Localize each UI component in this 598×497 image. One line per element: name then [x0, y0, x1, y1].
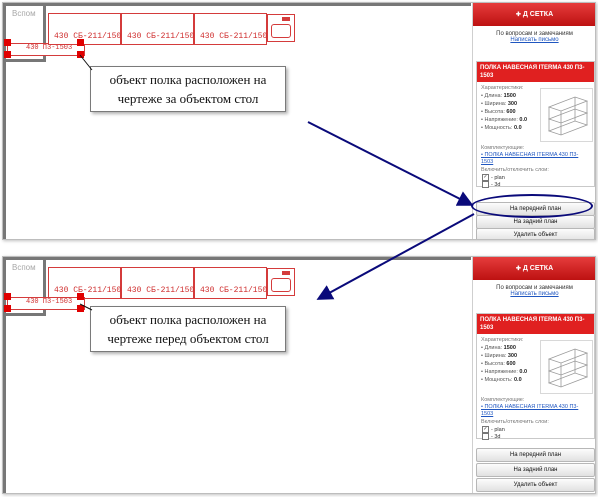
char-row: • Мощность: 0.0 [481, 377, 522, 383]
checkbox-icon[interactable] [482, 181, 489, 188]
table-label: 430 СБ-211/1506 [127, 286, 200, 295]
sink-object[interactable] [267, 14, 295, 42]
selection-handle[interactable] [4, 39, 11, 46]
selection-handle[interactable] [4, 293, 11, 300]
char-row: • Длина: 1500 [481, 345, 516, 351]
components-label: Комплектующие: [481, 397, 525, 403]
selection-handle[interactable] [77, 293, 84, 300]
room-label: Вспом [12, 9, 36, 18]
components-label: Комплектующие: [481, 145, 525, 151]
table-label: 430 СБ-211/1506 [200, 32, 273, 41]
char-row: • Высота: 600 [481, 109, 516, 115]
annotation-callout: объект полка расположен на чертеже перед… [90, 306, 286, 352]
component-link[interactable]: • ПОЛКА НАВЕСНАЯ ITERMA 430 П3-1503 [481, 404, 589, 418]
send-to-back-button[interactable]: На задний план [476, 463, 595, 477]
layer-plan-toggle[interactable]: ✓ - plan [482, 426, 505, 433]
characteristics-label: Характеристики: [481, 85, 524, 91]
table-object[interactable]: 430 СБ-211/1506 [48, 267, 126, 299]
selection-handle[interactable] [77, 305, 84, 312]
callout-line: объект полка расположен на [109, 72, 267, 87]
drawing-canvas[interactable]: Вспом 430 СБ-211/1506 430 СБ-211/1506 43… [3, 257, 471, 493]
callout-line: объект полка расположен на [109, 312, 267, 327]
delete-object-button[interactable]: Удалить объект [476, 478, 595, 492]
layer-3d-toggle[interactable]: - 3d [482, 433, 500, 440]
checkbox-icon[interactable] [482, 433, 489, 440]
write-letter-link[interactable]: Написать письмо [473, 291, 595, 297]
highlight-ellipse [471, 194, 593, 218]
object-card: ПОЛКА НАВЕСНАЯ ITERMA 430 П3-1503 Характ… [476, 61, 595, 188]
characteristics-list: • Длина: 1500 • Ширина: 300 • Высота: 60… [481, 92, 527, 132]
table-object[interactable]: 430 СБ-211/1506 [121, 13, 199, 45]
wall-top [6, 3, 471, 6]
layers-label: Включить/отключить слои: [481, 419, 549, 425]
checkbox-checked-icon[interactable]: ✓ [482, 426, 489, 433]
sink-bowl-icon [271, 278, 291, 292]
sidebar-header[interactable]: ✚ Д СЕТКА [473, 257, 595, 280]
sidebar-header[interactable]: ✚ Д СЕТКА [473, 3, 595, 26]
char-row: • Ширина: 300 [481, 101, 518, 107]
object-title: ПОЛКА НАВЕСНАЯ ITERMA 430 П3-1503 [477, 314, 594, 334]
table-object[interactable]: 430 СБ-211/1506 [194, 13, 272, 45]
wall-partition-bottom [6, 59, 46, 62]
properties-sidebar: ✚ Д СЕТКА По вопросам и замечаниям Написа… [472, 257, 595, 493]
layer-3d-toggle[interactable]: - 3d [482, 181, 500, 188]
char-row: • Ширина: 300 [481, 353, 518, 359]
callout-line: чертеже за объектом стол [117, 91, 259, 106]
table-object[interactable]: 430 СБ-211/1506 [194, 267, 272, 299]
shelf-preview-image [540, 88, 593, 142]
shelf-preview-image [540, 340, 593, 394]
drawing-canvas[interactable]: Вспом 430 П3-1503 430 СБ-211/1506 430 СБ… [3, 3, 471, 239]
write-letter-link[interactable]: Написать письмо [473, 37, 595, 43]
selection-handle[interactable] [77, 51, 84, 58]
char-row: • Напряжение: 0.0 [481, 369, 528, 375]
selection-handle[interactable] [77, 39, 84, 46]
sink-object[interactable] [267, 268, 295, 296]
layers-label: Включить/отключить слои: [481, 167, 549, 173]
shelf-object[interactable]: 430 П3-1503 [7, 297, 85, 310]
sink-bowl-icon [271, 24, 291, 38]
wall-partition-bottom [6, 313, 46, 316]
selection-handle[interactable] [4, 51, 11, 58]
room-label: Вспом [12, 263, 36, 272]
bring-to-front-button[interactable]: На передний план [476, 448, 595, 462]
checkbox-checked-icon[interactable]: ✓ [482, 174, 489, 181]
char-row: • Напряжение: 0.0 [481, 117, 528, 123]
table-object[interactable]: 430 СБ-211/1506 [48, 13, 126, 45]
wall-top [6, 257, 471, 260]
table-label: 430 СБ-211/1506 [200, 286, 273, 295]
characteristics-list: • Длина: 1500 • Ширина: 300 • Высота: 60… [481, 344, 527, 384]
grid-icon: ✚ [515, 266, 521, 272]
char-row: • Длина: 1500 [481, 93, 516, 99]
layer-plan-toggle[interactable]: ✓ - plan [482, 174, 505, 181]
grid-icon: ✚ [515, 12, 521, 18]
shelf-label: 430 П3-1503 [26, 298, 73, 306]
char-row: • Высота: 600 [481, 361, 516, 367]
object-title: ПОЛКА НАВЕСНАЯ ITERMA 430 П3-1503 [477, 62, 594, 82]
char-row: • Мощность: 0.0 [481, 125, 522, 131]
table-object[interactable]: 430 СБ-211/1506 [121, 267, 199, 299]
screenshot-shelf-front: Вспом 430 СБ-211/1506 430 СБ-211/1506 43… [2, 256, 596, 494]
table-label: 430 СБ-211/1506 [54, 286, 127, 295]
object-card: ПОЛКА НАВЕСНАЯ ITERMA 430 П3-1503 Характ… [476, 313, 595, 440]
shelf-label: 430 П3-1503 [26, 44, 73, 52]
delete-object-button[interactable]: Удалить объект [476, 228, 595, 239]
table-label: 430 СБ-211/1506 [54, 32, 127, 41]
sink-tap-icon [282, 17, 290, 21]
annotation-callout: объект полка расположен на чертеже за об… [90, 66, 286, 112]
table-label: 430 СБ-211/1506 [127, 32, 200, 41]
component-link[interactable]: • ПОЛКА НАВЕСНАЯ ITERMA 430 П3-1503 [481, 152, 589, 166]
callout-line: чертеже перед объектом стол [107, 331, 269, 346]
selection-handle[interactable] [4, 305, 11, 312]
characteristics-label: Характеристики: [481, 337, 524, 343]
sink-tap-icon [282, 271, 290, 275]
